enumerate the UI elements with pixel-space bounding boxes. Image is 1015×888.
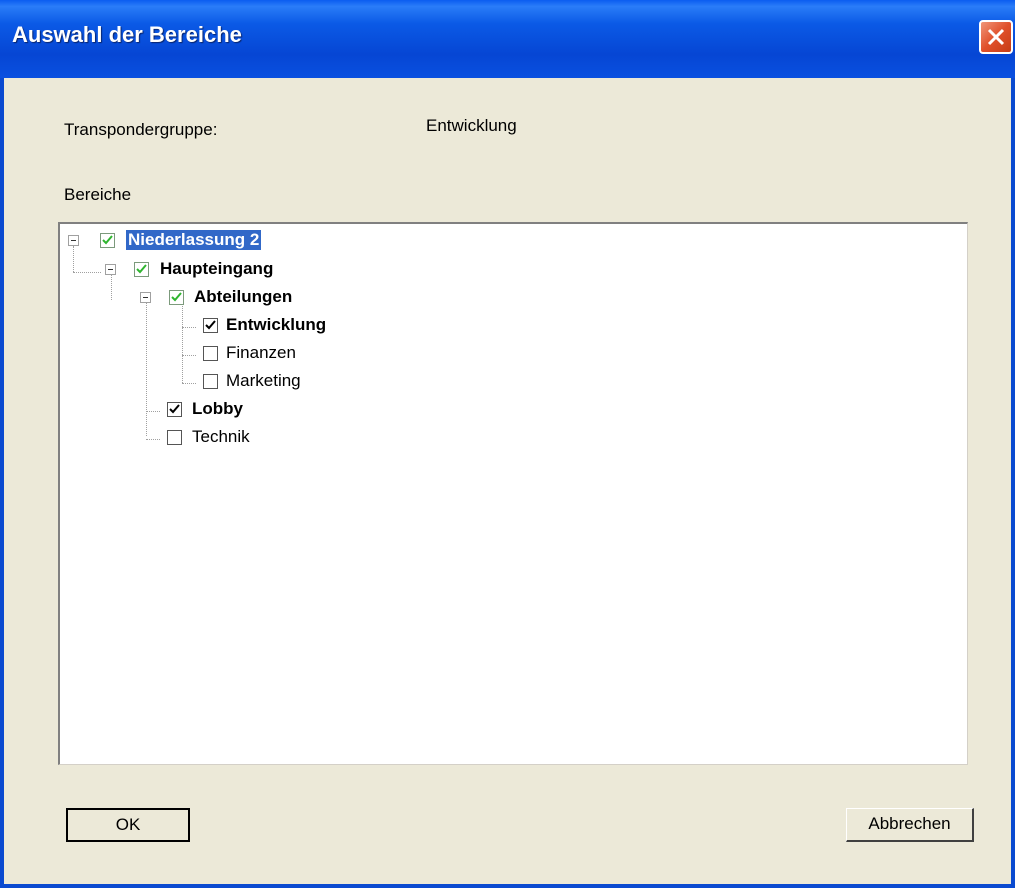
check-icon xyxy=(102,235,113,245)
checkbox-abteilungen[interactable] xyxy=(169,290,184,305)
close-button[interactable] xyxy=(979,20,1013,54)
checkbox-haupteingang[interactable] xyxy=(134,262,149,277)
checkbox-marketing[interactable] xyxy=(203,374,218,389)
dialog-window: Auswahl der Bereiche Transpondergruppe: … xyxy=(0,0,1015,888)
tree-line xyxy=(182,304,184,383)
tree-line xyxy=(111,274,113,300)
tree-line xyxy=(146,302,148,436)
tree-node-lobby[interactable]: Lobby xyxy=(192,399,243,419)
tree-line xyxy=(146,411,160,413)
checkbox-niederlassung[interactable] xyxy=(100,233,115,248)
tree-node-entwicklung[interactable]: Entwicklung xyxy=(226,315,326,335)
tree-line xyxy=(73,272,101,274)
checkbox-technik[interactable] xyxy=(167,430,182,445)
cancel-button[interactable]: Abbrechen xyxy=(846,808,974,842)
ok-button[interactable]: OK xyxy=(66,808,190,842)
transponder-group-value: Entwicklung xyxy=(426,116,517,135)
tree-node-finanzen[interactable]: Finanzen xyxy=(226,343,296,363)
check-icon xyxy=(205,320,216,330)
tree-line xyxy=(182,383,196,385)
collapse-toggle-abteilungen[interactable] xyxy=(140,292,151,303)
tree-node-marketing[interactable]: Marketing xyxy=(226,371,301,391)
tree-node-haupteingang[interactable]: Haupteingang xyxy=(160,259,273,279)
collapse-toggle-haupteingang[interactable] xyxy=(105,264,116,275)
tree-line xyxy=(146,439,160,441)
title-bar[interactable]: Auswahl der Bereiche xyxy=(0,0,1015,78)
window-title: Auswahl der Bereiche xyxy=(12,22,242,47)
close-icon xyxy=(987,28,1005,46)
areas-label: Bereiche xyxy=(64,185,132,204)
checkbox-entwicklung[interactable] xyxy=(203,318,218,333)
checkbox-lobby[interactable] xyxy=(167,402,182,417)
check-icon xyxy=(171,292,182,302)
tree-line xyxy=(182,355,196,357)
tree-line xyxy=(182,327,196,329)
areas-tree[interactable]: Niederlassung 2 Haupteingang Abteilungen… xyxy=(58,222,968,765)
check-icon xyxy=(136,264,147,274)
collapse-toggle-root[interactable] xyxy=(68,235,79,246)
tree-node-abteilungen[interactable]: Abteilungen xyxy=(194,287,292,307)
tree-node-niederlassung[interactable]: Niederlassung 2 xyxy=(126,230,262,250)
tree-node-technik[interactable]: Technik xyxy=(192,427,250,447)
check-icon xyxy=(169,404,180,414)
tree-line xyxy=(73,246,75,272)
transponder-group-label: Transpondergruppe: xyxy=(64,120,218,139)
checkbox-finanzen[interactable] xyxy=(203,346,218,361)
